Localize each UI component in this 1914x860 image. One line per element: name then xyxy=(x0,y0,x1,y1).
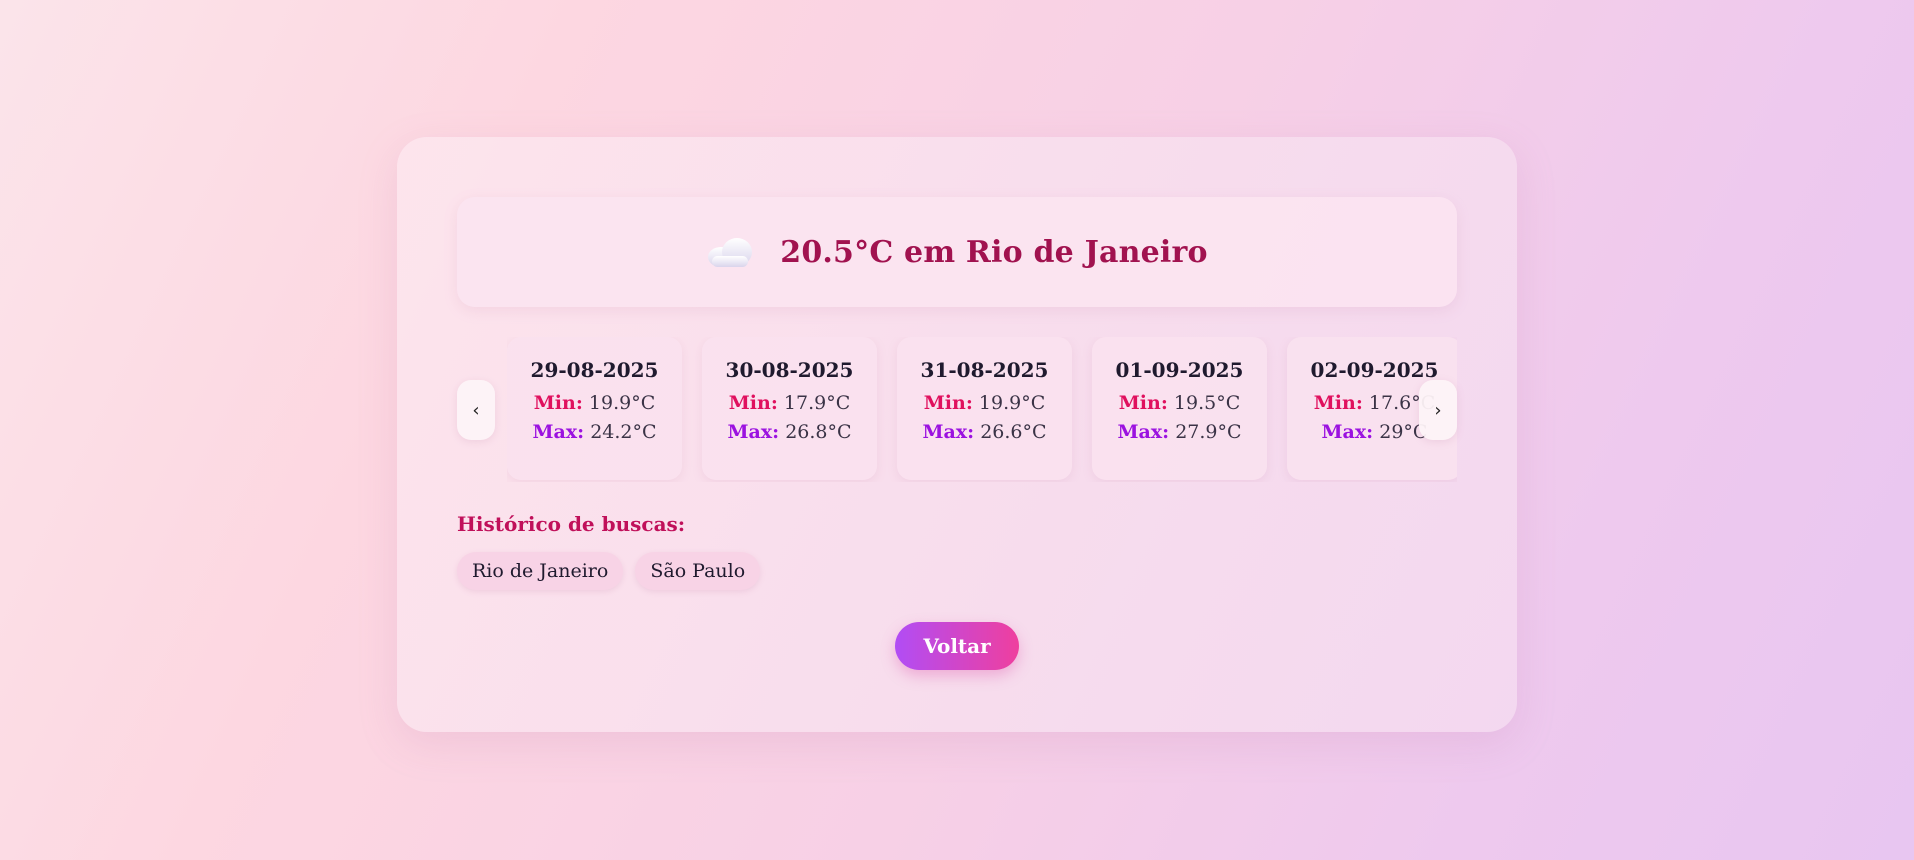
forecast-day-date: 30-08-2025 xyxy=(725,358,854,382)
min-value: 19.5°C xyxy=(1173,392,1241,414)
max-label: Max: xyxy=(727,421,780,443)
forecast-day-card: 01-09-2025 Min: 19.5°C Max: 27.9°C xyxy=(1092,337,1267,480)
current-weather-panel: 20.5°C em Rio de Janeiro xyxy=(457,197,1457,307)
forecast-day-min: Min: 17.9°C xyxy=(702,392,877,414)
min-value: 17.9°C xyxy=(783,392,851,414)
history-item-rio-de-janeiro[interactable]: Rio de Janeiro xyxy=(457,552,624,590)
carousel-next-button[interactable]: › xyxy=(1419,380,1457,440)
forecast-day-card: 31-08-2025 Min: 19.9°C Max: 26.6°C xyxy=(897,337,1072,480)
min-label: Min: xyxy=(1313,392,1363,414)
forecast-day-date: 02-09-2025 xyxy=(1310,358,1439,382)
max-label: Max: xyxy=(922,421,975,443)
history-title: Histórico de buscas: xyxy=(457,512,686,536)
max-value: 26.6°C xyxy=(980,421,1047,443)
history-item-sao-paulo[interactable]: São Paulo xyxy=(635,552,761,590)
forecast-day-date: 31-08-2025 xyxy=(920,358,1049,382)
forecast-day-max: Max: 24.2°C xyxy=(507,421,682,443)
max-value: 24.2°C xyxy=(590,421,657,443)
min-value: 19.9°C xyxy=(978,392,1046,414)
carousel-prev-button[interactable]: ‹ xyxy=(457,380,495,440)
max-label: Max: xyxy=(532,421,585,443)
cloud-icon xyxy=(708,238,753,267)
forecast-day-date: 29-08-2025 xyxy=(530,358,659,382)
min-label: Min: xyxy=(1118,392,1168,414)
max-label: Max: xyxy=(1321,421,1374,443)
max-value: 27.9°C xyxy=(1175,421,1242,443)
max-value: 26.8°C xyxy=(785,421,852,443)
forecast-days: 29-08-2025 Min: 19.9°C Max: 24.2°C 30-08… xyxy=(507,337,1457,482)
history-list: Rio de Janeiro São Paulo xyxy=(457,552,761,590)
min-label: Min: xyxy=(923,392,973,414)
min-label: Min: xyxy=(728,392,778,414)
forecast-day-card: 30-08-2025 Min: 17.9°C Max: 26.8°C xyxy=(702,337,877,480)
forecast-carousel: ‹ 29-08-2025 Min: 19.9°C Max: 24.2°C 30-… xyxy=(457,337,1457,482)
forecast-day-date: 01-09-2025 xyxy=(1115,358,1244,382)
forecast-day-min: Min: 19.9°C xyxy=(507,392,682,414)
forecast-day-max: Max: 26.8°C xyxy=(702,421,877,443)
forecast-day-min: Min: 19.9°C xyxy=(897,392,1072,414)
forecast-day-max: Max: 26.6°C xyxy=(897,421,1072,443)
forecast-day-max: Max: 27.9°C xyxy=(1092,421,1267,443)
current-weather-title: 20.5°C em Rio de Janeiro xyxy=(780,234,1208,270)
forecast-day-card: 29-08-2025 Min: 19.9°C Max: 24.2°C xyxy=(507,337,682,480)
min-label: Min: xyxy=(533,392,583,414)
weather-card: 20.5°C em Rio de Janeiro ‹ 29-08-2025 Mi… xyxy=(397,137,1517,732)
max-label: Max: xyxy=(1117,421,1170,443)
back-button[interactable]: Voltar xyxy=(895,622,1019,670)
min-value: 19.9°C xyxy=(588,392,656,414)
forecast-day-min: Min: 19.5°C xyxy=(1092,392,1267,414)
